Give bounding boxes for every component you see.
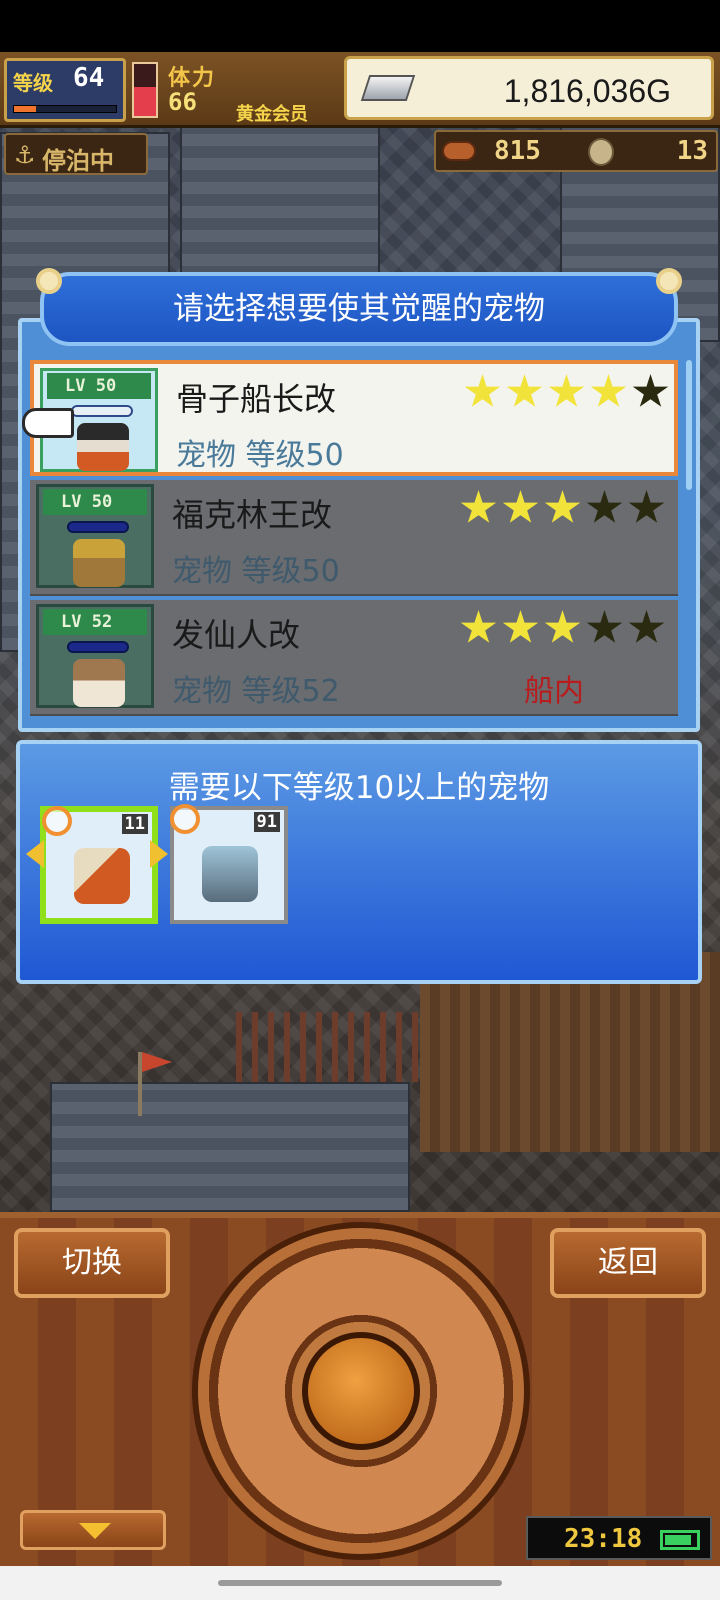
gold-panel[interactable]: 1,816,036G bbox=[344, 56, 714, 120]
corner-ornament bbox=[36, 268, 62, 294]
star-empty-icon bbox=[586, 490, 623, 523]
pet-list-scrollbar[interactable] bbox=[686, 360, 692, 490]
food-count: 815 bbox=[494, 136, 541, 166]
dialog-title: 请选择想要使其觉醒的宠物 bbox=[173, 291, 545, 327]
dpad-center-button[interactable] bbox=[302, 1332, 420, 1450]
pointer-hand-icon bbox=[22, 408, 74, 438]
dpad[interactable] bbox=[192, 1222, 530, 1560]
pet-info: 宠物 等级50 bbox=[176, 438, 344, 473]
star-filled-icon bbox=[502, 610, 539, 643]
anchor-icon: ⚓ bbox=[14, 141, 36, 169]
ring-icon bbox=[170, 804, 200, 834]
level-value: 64 bbox=[73, 63, 105, 93]
required-pet-slot[interactable]: 91 bbox=[170, 804, 288, 924]
pet-star-rating bbox=[460, 610, 665, 646]
anchor-status-label: 停泊中 bbox=[42, 147, 114, 175]
pet-thumbnail: LV 52 bbox=[36, 604, 154, 708]
star-filled-icon bbox=[502, 490, 539, 523]
gold-amount: 1,816,036G bbox=[503, 73, 671, 109]
coin-icon bbox=[588, 138, 614, 166]
pet-hp-bar bbox=[71, 405, 133, 417]
pet-location: 船内 bbox=[524, 674, 584, 709]
level-label: 等级 bbox=[13, 71, 53, 95]
flag-icon bbox=[138, 1052, 142, 1116]
star-empty-icon bbox=[586, 610, 623, 643]
star-filled-icon bbox=[548, 374, 585, 407]
stamina-gauge-fill bbox=[134, 87, 156, 116]
requirement-title: 需要以下等级10以上的宠物 bbox=[168, 770, 550, 806]
coin-count: 13 bbox=[676, 136, 708, 166]
pet-name: 发仙人改 bbox=[172, 616, 301, 654]
pet-list[interactable]: LV 50 骨子船长改 宠物 等级50 LV 50 福克林王改 宠物 等级50 … bbox=[30, 360, 678, 720]
membership-badge: 黄金会员 bbox=[236, 104, 308, 125]
arrow-right-icon[interactable] bbox=[150, 840, 168, 868]
arrow-left-icon[interactable] bbox=[26, 840, 44, 868]
star-filled-icon bbox=[544, 610, 581, 643]
star-empty-icon bbox=[628, 490, 665, 523]
castle-wall bbox=[50, 1082, 410, 1212]
meat-icon bbox=[442, 141, 476, 161]
star-filled-icon bbox=[460, 610, 497, 643]
anchor-status-badge: ⚓ 停泊中 bbox=[4, 133, 148, 175]
stamina-gauge bbox=[132, 62, 158, 118]
xp-bar bbox=[13, 105, 117, 113]
xp-bar-fill bbox=[14, 106, 37, 112]
pet-hp-bar bbox=[67, 521, 129, 533]
pet-star-rating bbox=[460, 490, 665, 526]
pet-level-badge: LV 50 bbox=[47, 373, 151, 399]
pet-level-badge: LV 50 bbox=[43, 489, 147, 515]
pet-star-rating bbox=[464, 374, 669, 410]
stamina-value: 66 bbox=[168, 88, 197, 116]
star-filled-icon bbox=[544, 490, 581, 523]
skeleton-captain-sprite bbox=[77, 423, 129, 471]
pet-thumbnail: LV 50 bbox=[36, 484, 154, 588]
pet-info: 宠物 等级52 bbox=[172, 674, 340, 709]
requirement-panel: 需要以下等级10以上的宠物 11 91 bbox=[16, 740, 702, 984]
dialog-title-banner: 请选择想要使其觉醒的宠物 bbox=[40, 272, 678, 346]
pet-select-dialog: LV 50 骨子船长改 宠物 等级50 LV 50 福克林王改 宠物 等级50 … bbox=[18, 318, 700, 732]
pet-name: 骨子船长改 bbox=[176, 380, 337, 418]
stamina-panel: 体力 66 黄金会员 bbox=[132, 58, 332, 125]
system-status-bar bbox=[0, 0, 720, 52]
player-level-panel: 等级 64 bbox=[4, 58, 126, 122]
home-gesture-handle[interactable] bbox=[218, 1580, 502, 1586]
star-filled-icon bbox=[590, 374, 627, 407]
pet-name: 福克林王改 bbox=[172, 496, 333, 534]
fish-sprite bbox=[202, 846, 258, 902]
star-filled-icon bbox=[460, 490, 497, 523]
back-button[interactable]: 返回 bbox=[550, 1228, 706, 1298]
ring-icon bbox=[42, 806, 72, 836]
chevron-down-icon bbox=[79, 1523, 111, 1539]
slot-level: 11 bbox=[121, 814, 148, 834]
fence bbox=[236, 1012, 426, 1082]
pet-level-badge: LV 52 bbox=[43, 609, 147, 635]
battery-icon bbox=[660, 1530, 700, 1550]
pet-info: 宠物 等级50 bbox=[172, 554, 340, 589]
corner-ornament bbox=[656, 268, 682, 294]
star-empty-icon bbox=[628, 610, 665, 643]
silver-bar-icon bbox=[360, 75, 416, 101]
system-nav-bar bbox=[0, 1566, 720, 1600]
collapse-button[interactable] bbox=[20, 1510, 166, 1550]
pet-hp-bar bbox=[67, 641, 129, 653]
star-filled-icon bbox=[464, 374, 501, 407]
star-filled-icon bbox=[506, 374, 543, 407]
clock-time: 23:18 bbox=[564, 1524, 643, 1554]
pet-row[interactable]: LV 50 骨子船长改 宠物 等级50 bbox=[30, 360, 678, 476]
pet-row[interactable]: LV 52 发仙人改 宠物 等级52 船内 bbox=[30, 600, 678, 716]
resource-panel: 815 13 bbox=[434, 130, 718, 172]
switch-button[interactable]: 切换 bbox=[14, 1228, 170, 1298]
clock-panel: 23:18 bbox=[526, 1516, 712, 1560]
hair-sage-sprite bbox=[73, 659, 125, 707]
slot-level: 91 bbox=[253, 812, 280, 832]
top-hud: 等级 64 体力 66 黄金会员 1,816,036G bbox=[0, 52, 720, 128]
foclin-king-sprite bbox=[73, 539, 125, 587]
pet-row[interactable]: LV 50 福克林王改 宠物 等级50 bbox=[30, 480, 678, 596]
star-empty-icon bbox=[632, 374, 669, 407]
hermit-crab-sprite bbox=[74, 848, 130, 904]
required-pet-slot[interactable]: 11 bbox=[40, 806, 158, 924]
